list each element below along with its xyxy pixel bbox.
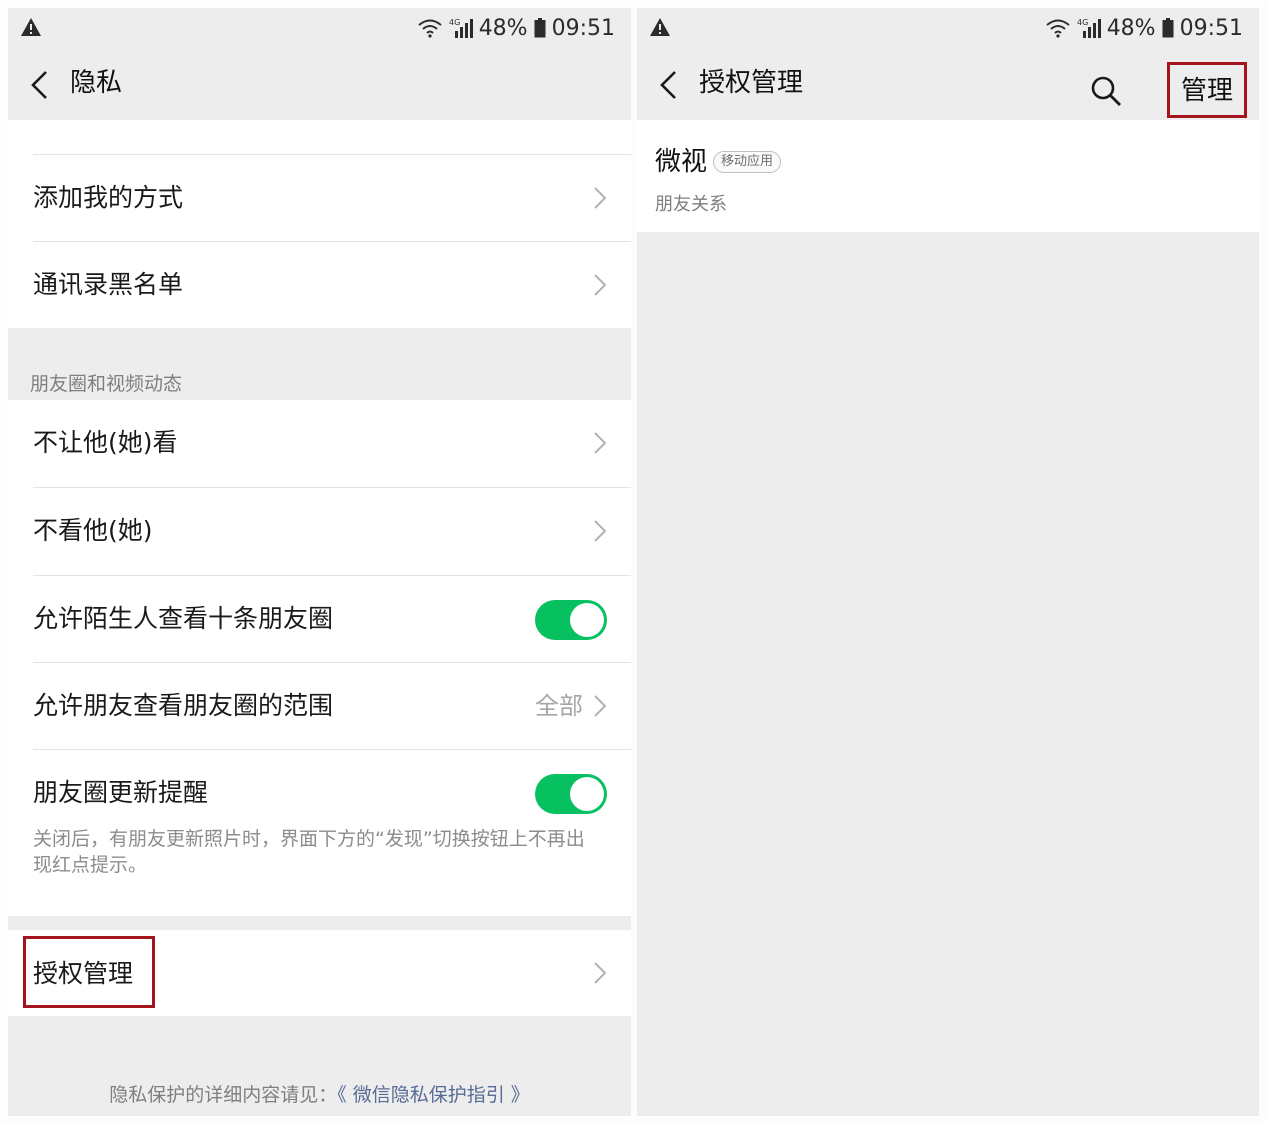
privacy-footer: 隐私保护的详细内容请见：《 微信隐私保护指引 》: [8, 1080, 631, 1110]
clock: 09:51: [551, 15, 615, 41]
signal-icon: 4G: [1077, 18, 1101, 38]
update-reminder-toggle[interactable]: [535, 774, 607, 814]
back-icon[interactable]: [657, 70, 679, 100]
warning-icon: [21, 18, 41, 36]
app-type-badge: 移动应用: [713, 151, 782, 173]
battery-icon: [534, 18, 546, 38]
signal-icon: 4G: [449, 18, 473, 38]
row-value: 全部: [535, 692, 583, 720]
row-label: 不看他(她): [33, 516, 153, 545]
highlight-box: [1167, 62, 1247, 118]
row-moments-update-reminder: 朋友圈更新提醒: [8, 750, 631, 837]
privacy-guide-link[interactable]: 《 微信隐私保护指引 》: [337, 1084, 530, 1106]
chevron-right-icon: [594, 962, 607, 984]
wifi-icon: [1046, 19, 1070, 38]
title-bar: 隐私: [8, 48, 631, 120]
svg-text:4G: 4G: [449, 18, 460, 27]
list-item-weishi[interactable]: 微视 移动应用 朋友关系: [637, 120, 1259, 232]
svg-text:4G: 4G: [1077, 18, 1088, 27]
row-label: 通讯录黑名单: [33, 270, 184, 299]
row-label: 朋友圈更新提醒: [33, 778, 209, 807]
page-title: 隐私: [70, 68, 123, 98]
update-reminder-description: 关闭后，有朋友更新照片时，界面下方的“发现”切换按钮上不再出现红点提示。: [33, 828, 585, 876]
row-friends-view-range[interactable]: 允许朋友查看朋友圈的范围 全部: [8, 663, 631, 750]
row-add-me-ways[interactable]: 添加我的方式: [8, 155, 631, 242]
status-bar: 4G 48% 09:51: [8, 8, 631, 48]
row-label: 不让他(她)看: [33, 428, 178, 457]
chevron-right-icon: [594, 274, 607, 296]
chevron-right-icon: [594, 520, 607, 542]
chevron-right-icon: [594, 432, 607, 454]
row-hide-their-posts[interactable]: 不看他(她): [8, 488, 631, 575]
battery-icon: [1162, 18, 1174, 38]
battery-percent: 48%: [1106, 15, 1156, 41]
back-icon[interactable]: [28, 70, 50, 100]
row-label: 允许陌生人查看十条朋友圈: [33, 604, 334, 633]
app-name: 微视: [655, 147, 708, 177]
status-bar: 4G 48% 09:51: [637, 8, 1259, 48]
strangers-toggle[interactable]: [535, 600, 607, 640]
battery-percent: 48%: [478, 15, 528, 41]
app-permission: 朋友关系: [655, 194, 727, 215]
wifi-icon: [418, 19, 442, 38]
highlight-box: [23, 936, 155, 1008]
moments-group-title: 朋友圈和视频动态: [30, 373, 183, 395]
search-icon[interactable]: [1089, 74, 1123, 108]
footer-text: 隐私保护的详细内容请见：: [109, 1084, 338, 1106]
chevron-right-icon: [594, 695, 607, 717]
toggle-knob: [570, 777, 604, 811]
privacy-screen: 4G 48% 09:51 隐私 添加我的方式 通讯录黑名单 朋友圈和视频动态 不…: [8, 8, 631, 1116]
warning-icon: [650, 18, 670, 36]
page-title: 授权管理: [699, 68, 804, 98]
auth-management-screen: 4G 48% 09:51 授权管理 管理 微视 移动应用 朋友关系: [637, 8, 1259, 1116]
row-contacts-blacklist[interactable]: 通讯录黑名单: [8, 242, 631, 329]
status-right: 4G 48% 09:51: [1045, 14, 1243, 42]
clock: 09:51: [1179, 15, 1243, 41]
row-strangers-view-ten: 允许陌生人查看十条朋友圈: [8, 576, 631, 663]
status-right: 4G 48% 09:51: [417, 14, 615, 42]
row-hide-my-posts[interactable]: 不让他(她)看: [8, 400, 631, 487]
toggle-knob: [570, 603, 604, 637]
row-label: 添加我的方式: [33, 183, 184, 212]
composite-screenshot: 4G 48% 09:51 隐私 添加我的方式 通讯录黑名单 朋友圈和视频动态 不…: [0, 0, 1267, 1124]
chevron-right-icon: [594, 187, 607, 209]
add-me-section: 添加我的方式 通讯录黑名单: [8, 120, 631, 328]
row-label: 允许朋友查看朋友圈的范围: [33, 691, 334, 720]
title-bar: 授权管理 管理: [637, 48, 1259, 120]
